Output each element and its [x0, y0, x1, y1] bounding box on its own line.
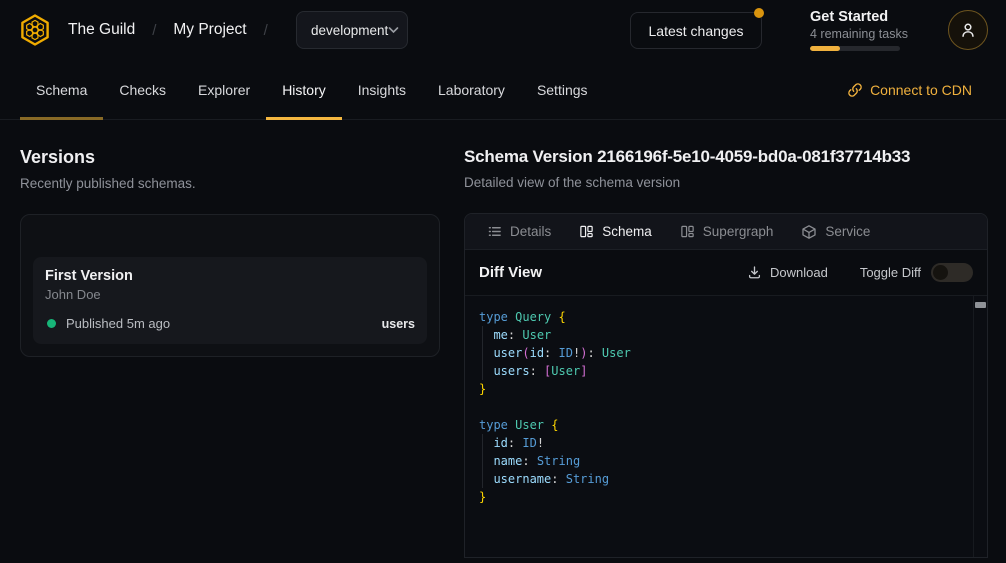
nav-tab-label: History: [282, 82, 326, 98]
get-started-progress-fill: [810, 46, 840, 51]
code-line: type User {: [479, 416, 961, 434]
primary-nav-items: Schema Checks Explorer History Insights Labor…: [20, 60, 604, 120]
version-list-item[interactable]: First Version John Doe Published 5m ago use…: [33, 257, 427, 344]
published-status-dot: [47, 319, 56, 328]
app: The Guild / My Project / development Lat…: [0, 0, 1006, 563]
breadcrumb-project[interactable]: My Project: [173, 21, 246, 39]
breadcrumb-org[interactable]: The Guild: [68, 21, 135, 39]
nav-tab-label: Checks: [119, 82, 166, 98]
versions-title: Versions: [20, 147, 440, 168]
toggle-diff-knob: [933, 265, 948, 280]
nav-tab-label: Settings: [537, 82, 588, 98]
version-detail-title: Schema Version 2166196f-5e10-4059-bd0a-0…: [464, 147, 988, 167]
code-line: }: [479, 488, 961, 506]
detail-tab-schema[interactable]: Schema: [579, 224, 652, 239]
breadcrumb-separator: /: [264, 22, 268, 39]
chevron-down-icon: [388, 26, 399, 34]
nav-tab-label: Explorer: [198, 82, 250, 98]
connect-cdn-label: Connect to CDN: [870, 82, 972, 98]
schema-code-editor[interactable]: type Query { me: User user(id: ID!): Use…: [465, 296, 987, 557]
nav-tab-explorer[interactable]: Explorer: [182, 60, 266, 120]
breadcrumb: The Guild / My Project /: [68, 0, 268, 60]
code-line: username: String: [479, 470, 961, 488]
get-started-title: Get Started: [810, 9, 908, 25]
diff-view-header: Diff View Download Toggle Diff: [465, 250, 987, 296]
diff-view-title: Diff View: [479, 264, 542, 281]
detail-tab-supergraph[interactable]: Supergraph: [680, 224, 774, 239]
indent-guide: [482, 326, 483, 344]
notification-dot: [754, 8, 764, 18]
indent-guide: [482, 362, 483, 380]
person-icon: [959, 21, 977, 39]
detail-tab-label: Schema: [602, 224, 652, 239]
code-line: type Query {: [479, 308, 961, 326]
target-selector-value: development: [311, 23, 388, 38]
detail-tabs: Details Schema Supergraph Service: [465, 214, 987, 250]
detail-tab-label: Details: [510, 224, 551, 239]
service-name-badge: users: [382, 317, 415, 331]
connect-cdn-link[interactable]: Connect to CDN: [847, 60, 972, 120]
version-status-row: Published 5m ago users: [45, 316, 415, 331]
nav-tab-settings[interactable]: Settings: [521, 60, 604, 120]
version-author: John Doe: [45, 287, 415, 302]
toggle-diff-label: Toggle Diff: [860, 265, 921, 280]
code-line: name: String: [479, 452, 961, 470]
nav-tab-label: Schema: [36, 82, 87, 98]
nav-tab-history[interactable]: History: [266, 60, 342, 120]
scrollbar-thumb[interactable]: [975, 302, 986, 308]
version-detail-card: Details Schema Supergraph Service Diff View…: [464, 213, 988, 558]
cube-icon: [801, 224, 817, 240]
nav-tab-laboratory[interactable]: Laboratory: [422, 60, 521, 120]
versions-panel: Versions Recently published schemas. Fir…: [20, 120, 440, 357]
code-line: me: User: [479, 326, 961, 344]
indent-guide: [482, 452, 483, 470]
primary-nav: Schema Checks Explorer History Insights Labor…: [0, 60, 1006, 120]
nav-tab-schema[interactable]: Schema: [20, 60, 103, 120]
indent-guide: [482, 434, 483, 452]
list-icon: [487, 224, 502, 239]
detail-tab-details[interactable]: Details: [487, 224, 551, 239]
diff-view-actions: Download Toggle Diff: [747, 263, 973, 282]
code-line: users: [User]: [479, 362, 961, 380]
columns-icon: [680, 224, 695, 239]
detail-tab-label: Service: [825, 224, 870, 239]
indent-guide: [482, 470, 483, 488]
version-detail-panel: Schema Version 2166196f-5e10-4059-bd0a-0…: [464, 120, 988, 558]
target-selector[interactable]: development: [296, 11, 408, 49]
code-lines: type Query { me: User user(id: ID!): Use…: [465, 296, 987, 518]
code-line: [479, 398, 961, 416]
get-started-widget[interactable]: Get Started 4 remaining tasks: [810, 9, 908, 51]
versions-subtitle: Recently published schemas.: [20, 176, 440, 191]
versions-card: First Version John Doe Published 5m ago use…: [20, 214, 440, 357]
avatar[interactable]: [948, 10, 988, 50]
version-status: Published 5m ago: [66, 316, 170, 331]
latest-changes-label: Latest changes: [649, 23, 744, 39]
vertical-scrollbar[interactable]: [973, 296, 987, 557]
code-line: }: [479, 380, 961, 398]
get-started-subtitle: 4 remaining tasks: [810, 27, 908, 41]
app-header: The Guild / My Project / development Lat…: [0, 0, 1006, 60]
toggle-diff-switch[interactable]: [931, 263, 973, 282]
detail-tab-label: Supergraph: [703, 224, 774, 239]
columns-icon: [579, 224, 594, 239]
breadcrumb-separator: /: [152, 22, 156, 39]
nav-tab-label: Insights: [358, 82, 406, 98]
code-line: id: ID!: [479, 434, 961, 452]
hive-logo[interactable]: [18, 13, 52, 47]
code-line: user(id: ID!): User: [479, 344, 961, 362]
download-label: Download: [770, 265, 828, 280]
nav-tab-checks[interactable]: Checks: [103, 60, 182, 120]
version-list: First Version John Doe Published 5m ago use…: [33, 257, 427, 344]
nav-tab-label: Laboratory: [438, 82, 505, 98]
nav-tab-insights[interactable]: Insights: [342, 60, 422, 120]
version-detail-subtitle: Detailed view of the schema version: [464, 175, 988, 190]
download-icon: [747, 265, 762, 280]
detail-tab-service[interactable]: Service: [801, 224, 870, 240]
latest-changes-button[interactable]: Latest changes: [630, 12, 762, 49]
get-started-progress-bar: [810, 46, 900, 51]
indent-guide: [482, 344, 483, 362]
download-button[interactable]: Download: [747, 265, 828, 280]
link-icon: [847, 82, 863, 98]
version-name: First Version: [45, 268, 415, 284]
